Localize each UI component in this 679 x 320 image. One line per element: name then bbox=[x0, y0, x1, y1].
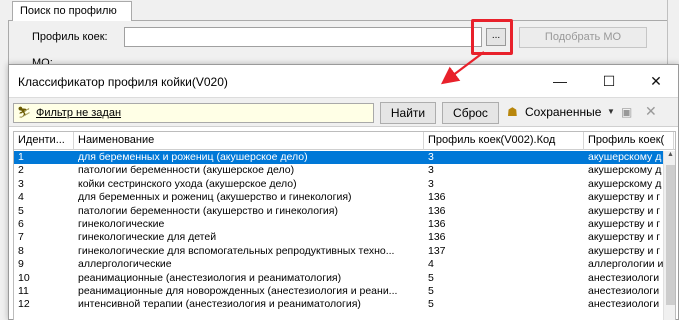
profile-input[interactable] bbox=[124, 27, 482, 47]
saved-filters-button[interactable]: Сохраненные bbox=[525, 105, 601, 119]
profile-code-cell: 137 bbox=[428, 244, 446, 257]
table-row[interactable]: 4 для беременных и рожениц (акушерство и … bbox=[14, 191, 675, 204]
profile-cell: анестезиологи bbox=[588, 298, 660, 311]
profile-cell: акушерству и г bbox=[588, 231, 661, 244]
match-mo-button[interactable]: Подобрать МО bbox=[519, 27, 647, 48]
column-header-id[interactable]: Иденти... bbox=[14, 132, 74, 150]
profile-code-cell: 3 bbox=[428, 151, 434, 163]
profile-code-cell: 3 bbox=[428, 164, 434, 177]
scroll-up-icon[interactable]: ▲ bbox=[664, 151, 675, 163]
name-cell: гинекологические для вспомогательных реп… bbox=[78, 244, 395, 257]
scroll-thumb[interactable] bbox=[666, 165, 675, 305]
name-cell: реанимационные (анестезиология и реанима… bbox=[78, 271, 342, 284]
profile-code-cell: 136 bbox=[428, 217, 446, 230]
table-row[interactable]: 1 для беременных и рожениц (акушерское де… bbox=[14, 151, 675, 165]
id-cell: 11 bbox=[18, 284, 29, 297]
profile-cell: акушерскому д bbox=[588, 177, 662, 190]
profile-code-cell: 4 bbox=[428, 258, 434, 271]
vertical-scrollbar[interactable]: ▲ bbox=[663, 151, 675, 320]
name-cell: аллергологические bbox=[78, 258, 172, 271]
id-cell: 6 bbox=[18, 217, 24, 230]
id-cell: 4 bbox=[18, 191, 24, 204]
window-edge bbox=[667, 0, 679, 72]
table-row[interactable]: 3 койки сестринского ухода (акушерское де… bbox=[14, 178, 675, 191]
profile-cell: анестезиологи bbox=[588, 284, 660, 297]
chevron-down-icon[interactable]: ▼ bbox=[607, 107, 615, 116]
tab-profile-search[interactable]: Поиск по профилю bbox=[12, 1, 132, 21]
id-cell: 3 bbox=[18, 177, 24, 190]
save-filter-icon[interactable]: ▣ bbox=[621, 105, 632, 119]
profile-cell: акушерству и г bbox=[588, 191, 661, 204]
column-header-name[interactable]: Наименование bbox=[74, 132, 424, 150]
maximize-icon[interactable]: ☐ bbox=[586, 65, 632, 97]
name-cell: интенсивной терапии (анестезиология и ре… bbox=[78, 298, 361, 311]
column-header-profile-code[interactable]: Профиль коек(V002).Код bbox=[424, 132, 584, 150]
grid-header: Иденти... Наименование Профиль коек(V002… bbox=[14, 132, 675, 150]
name-cell: для беременных и рожениц (акушерство и г… bbox=[78, 191, 352, 204]
table-row[interactable]: 6 гинекологические 136 акушерству и г bbox=[14, 218, 675, 231]
table-row[interactable]: 8 гинекологические для вспомогательных ре… bbox=[14, 245, 675, 258]
name-cell: реанимационные для новорожденных (анесте… bbox=[78, 284, 398, 297]
id-cell: 5 bbox=[18, 204, 24, 217]
profile-cell: акушерскому д bbox=[588, 164, 662, 177]
column-header-profile[interactable]: Профиль коек( bbox=[584, 132, 674, 150]
classifier-grid: Иденти... Наименование Профиль коек(V002… bbox=[13, 131, 676, 320]
table-row[interactable]: 5 патологии беременности (акушерство и ги… bbox=[14, 205, 675, 218]
close-icon[interactable]: ✕ bbox=[633, 65, 679, 97]
profile-code-cell: 136 bbox=[428, 191, 446, 204]
minimize-icon[interactable]: — bbox=[537, 65, 583, 97]
profile-cell: аллергологии и bbox=[588, 258, 664, 271]
highlight-annotation bbox=[471, 19, 513, 55]
profile-label: Профиль коек: bbox=[32, 31, 108, 43]
profile-code-cell: 136 bbox=[428, 204, 446, 217]
table-row[interactable]: 10 реанимационные (анестезиология и реани… bbox=[14, 272, 675, 285]
saved-binoculars-icon[interactable]: ☗ bbox=[507, 105, 518, 119]
delete-filter-icon[interactable]: ✕ bbox=[645, 103, 657, 120]
name-cell: патологии беременности (акушерское дело) bbox=[78, 164, 295, 177]
dialog-titlebar: Классификатор профиля койки(V020) — ☐ ✕ bbox=[9, 65, 678, 97]
binoculars-icon: ⛷ bbox=[17, 107, 31, 119]
grid-body: 1 для беременных и рожениц (акушерское де… bbox=[14, 151, 675, 312]
profile-code-cell: 5 bbox=[428, 271, 434, 284]
filter-box[interactable]: ⛷ Фильтр не задан bbox=[13, 103, 374, 123]
profile-code-cell: 3 bbox=[428, 177, 434, 190]
profile-code-cell: 5 bbox=[428, 284, 434, 297]
table-row[interactable]: 2 патологии беременности (акушерское дело… bbox=[14, 164, 675, 177]
id-cell: 9 bbox=[18, 258, 24, 271]
find-button[interactable]: Найти bbox=[380, 102, 436, 124]
id-cell: 1 bbox=[18, 151, 24, 163]
table-row[interactable]: 11 реанимационные для новорожденных (анес… bbox=[14, 285, 675, 298]
name-cell: койки сестринского ухода (акушерское дел… bbox=[78, 177, 297, 190]
id-cell: 12 bbox=[18, 298, 30, 311]
profile-code-cell: 136 bbox=[428, 231, 446, 244]
name-cell: патологии беременности (акушерство и гин… bbox=[78, 204, 338, 217]
dialog-toolbar: ⛷ Фильтр не задан Найти Сброс ☗ Сохранен… bbox=[9, 97, 678, 127]
name-cell: гинекологические bbox=[78, 217, 165, 230]
dialog-title: Классификатор профиля койки(V020) bbox=[18, 75, 228, 89]
id-cell: 8 bbox=[18, 244, 24, 257]
id-cell: 10 bbox=[18, 271, 30, 284]
table-row[interactable]: 12 интенсивной терапии (анестезиология и … bbox=[14, 298, 675, 311]
table-row[interactable]: 7 гинекологические для детей 136 акушерству… bbox=[14, 231, 675, 244]
id-cell: 2 bbox=[18, 164, 24, 177]
profile-code-cell: 5 bbox=[428, 298, 434, 311]
table-row[interactable]: 9 аллергологические 4 аллергологии и bbox=[14, 258, 675, 271]
profile-cell: акушерству и г bbox=[588, 217, 661, 230]
id-cell: 7 bbox=[18, 231, 24, 244]
profile-cell: акушерству и г bbox=[588, 244, 661, 257]
filter-link[interactable]: Фильтр не задан bbox=[36, 107, 121, 119]
profile-cell: акушерству и г bbox=[588, 204, 661, 217]
name-cell: для беременных и рожениц (акушерское дел… bbox=[78, 151, 308, 163]
name-cell: гинекологические для детей bbox=[78, 231, 217, 244]
profile-cell: анестезиологи bbox=[588, 271, 660, 284]
profile-cell: акушерскому д bbox=[588, 151, 662, 163]
reset-button[interactable]: Сброс bbox=[442, 102, 499, 124]
classifier-dialog: Классификатор профиля койки(V020) — ☐ ✕ … bbox=[8, 64, 679, 320]
